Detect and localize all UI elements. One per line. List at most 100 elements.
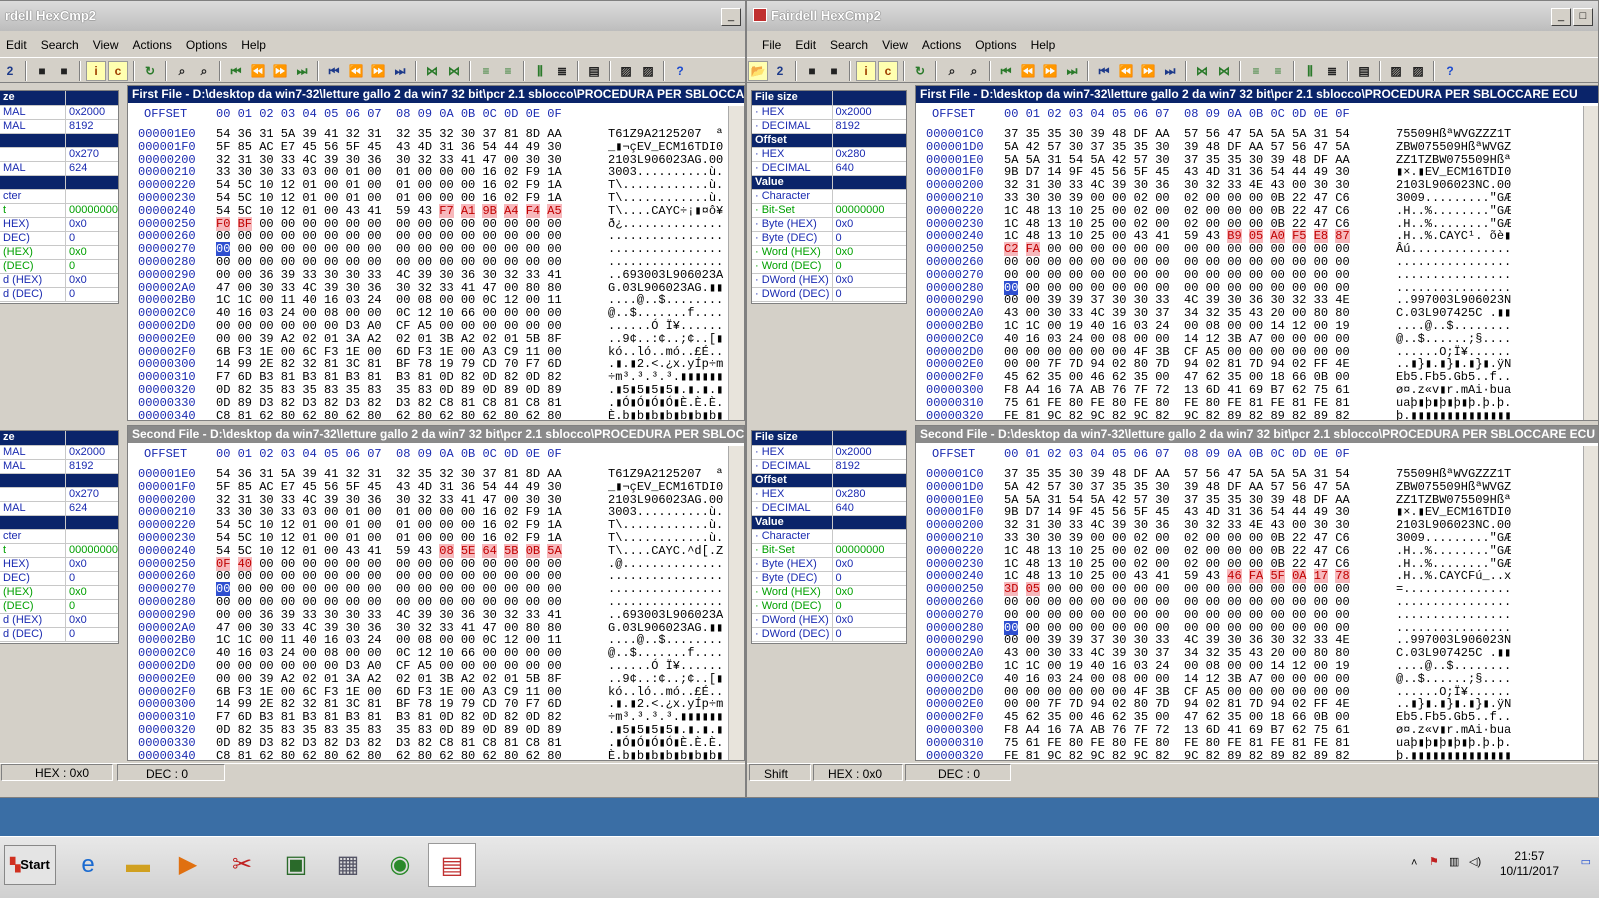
- info-row[interactable]: [0, 473, 118, 488]
- info-icon[interactable]: i: [856, 61, 876, 81]
- vertical-scrollbar[interactable]: [1583, 446, 1598, 760]
- hex-row[interactable]: 00000340 C8 81 62 80 62 80 62 80 62 80 62…: [128, 409, 744, 420]
- menu-view[interactable]: View: [875, 35, 915, 55]
- info-row[interactable]: cter: [0, 529, 118, 545]
- row-ascii[interactable]: ....@..$........: [1396, 320, 1511, 333]
- row-bytes[interactable]: 1C 48 13 10 25 00 02 00 02 00 00 00 0B 2…: [1004, 204, 1350, 218]
- info-row[interactable]: · HEX 0x280: [752, 147, 906, 162]
- sync-left-icon[interactable]: ⋈: [422, 61, 442, 81]
- row-bytes[interactable]: 54 5C 10 12 01 00 43 41 59 43 F7 A1 9B A…: [216, 203, 562, 218]
- row-ascii[interactable]: ................: [1396, 596, 1511, 609]
- hex-row[interactable]: 000002B0 1C 1C 00 19 40 16 03 24 00 08 00…: [916, 320, 1598, 333]
- row-bytes[interactable]: 54 5C 10 12 01 00 43 41 59 43 08 5E 64 5…: [216, 543, 562, 558]
- info-row[interactable]: (HEX) 0x0: [0, 245, 118, 261]
- compare-icon[interactable]: 2: [770, 61, 790, 81]
- menu-options[interactable]: Options: [179, 35, 234, 55]
- chrome-icon[interactable]: ◉: [376, 843, 424, 887]
- row-ascii[interactable]: @..$......;§....: [1396, 332, 1511, 346]
- last-diff-icon[interactable]: ⏭: [292, 61, 312, 81]
- menu-edit[interactable]: Edit: [0, 35, 34, 55]
- info-row[interactable]: · HEX 0x2000: [752, 105, 906, 120]
- hex-row[interactable]: 00000240 54 5C 10 12 01 00 43 41 59 43 08…: [128, 543, 744, 558]
- info-row[interactable]: · Word (HEX) 0x0: [752, 585, 906, 601]
- prev-diff-icon[interactable]: ⏪: [1018, 61, 1038, 81]
- row-ascii[interactable]: _▮¬çEV_ECM16TDI0: [608, 480, 723, 494]
- prev-diff-icon[interactable]: ⏪: [248, 61, 268, 81]
- first-diff-icon[interactable]: ⏮: [226, 61, 246, 81]
- menu-actions[interactable]: Actions: [126, 35, 179, 55]
- info-row[interactable]: MAL 8192: [0, 119, 118, 134]
- info-row[interactable]: File size: [752, 431, 906, 446]
- hex-row[interactable]: 00000290 00 00 36 39 33 30 30 33 4C 39 30…: [128, 268, 744, 282]
- hex-row[interactable]: 00000290 00 00 36 39 33 30 30 33 4C 39 30…: [128, 608, 744, 622]
- left-hex-bottom[interactable]: Second File - D:\desktop da win7-32\lett…: [127, 425, 745, 761]
- info-row[interactable]: · DWord (DEC) 0: [752, 627, 906, 643]
- row-bytes[interactable]: 00 00 00 00 00 00 D3 A0 CF A5 00 00 00 0…: [216, 660, 562, 673]
- row-ascii[interactable]: T\............ù.: [608, 192, 723, 205]
- row-bytes[interactable]: 75 61 FE 80 FE 80 FE 80 FE 80 FE 81 FE 8…: [1004, 396, 1350, 410]
- row-bytes[interactable]: 00 00 00 00 00 00 00 00 00 00 00 00 00 0…: [216, 256, 562, 269]
- row-bytes[interactable]: 00 00 00 00 00 00 D3 A0 CF A5 00 00 00 0…: [216, 320, 562, 333]
- list-icon[interactable]: ≣: [552, 61, 572, 81]
- find-icon[interactable]: ⌕: [172, 61, 192, 81]
- row-bytes[interactable]: 54 36 31 5A 39 41 32 31 32 35 32 30 37 8…: [216, 128, 562, 141]
- left-hex-top[interactable]: First File - D:\desktop da win7-32\lettu…: [127, 85, 745, 421]
- row-ascii[interactable]: T61Z9A2125207 ª: [608, 468, 723, 481]
- row-ascii[interactable]: T\............ù.: [608, 532, 723, 545]
- hex-row[interactable]: 000001D0 5A 42 57 30 37 35 35 30 39 48 DF…: [916, 140, 1598, 154]
- info-row[interactable]: · HEX 0x280: [752, 487, 906, 502]
- menu-actions[interactable]: Actions: [915, 35, 968, 55]
- right-hex-top[interactable]: First File - D:\desktop da win7-32\lettu…: [915, 85, 1598, 421]
- hex-row[interactable]: 000001F0 5F 85 AC E7 45 56 5F 45 43 4D 31…: [128, 140, 744, 154]
- show-hidden-icons-icon[interactable]: ˄: [1411, 857, 1417, 869]
- hex-row[interactable]: 000001F0 5F 85 AC E7 45 56 5F 45 43 4D 31…: [128, 480, 744, 494]
- show-desktop-icon[interactable]: ▭: [1581, 855, 1591, 868]
- menu-search[interactable]: Search: [34, 35, 86, 55]
- stop-icon[interactable]: ■: [802, 61, 822, 81]
- hex-row[interactable]: 00000230 54 5C 10 12 01 00 01 00 01 00 00…: [128, 532, 744, 545]
- report-icon[interactable]: ▨: [1408, 61, 1428, 81]
- hex-row[interactable]: 00000330 0D 89 D3 82 D3 82 D3 82 D3 82 C8…: [128, 396, 744, 410]
- row-ascii[interactable]: ..693003L906023A: [608, 608, 723, 622]
- menu-file[interactable]: File: [755, 35, 788, 55]
- info-row[interactable]: d (HEX) 0x0: [0, 613, 118, 629]
- find-icon[interactable]: ⌕: [942, 61, 962, 81]
- row-bytes[interactable]: 00 00 39 A2 02 01 3A A2 02 01 3B A2 02 0…: [216, 672, 562, 686]
- info-row[interactable]: · Word (DEC) 0: [752, 599, 906, 615]
- refresh-icon[interactable]: ↻: [140, 61, 160, 81]
- internet-explorer-icon[interactable]: e: [64, 843, 112, 887]
- row-ascii[interactable]: 3009........."GÆ: [1396, 532, 1511, 545]
- row-ascii[interactable]: ZBW075509HßªWVGZ: [1396, 140, 1511, 154]
- row-ascii[interactable]: ................: [1396, 268, 1511, 282]
- info-row[interactable]: HEX) 0x0: [0, 217, 118, 233]
- hex-row[interactable]: 00000340 C8 81 62 80 62 80 62 80 62 80 62…: [128, 749, 744, 760]
- last-diff-icon[interactable]: ⏭: [1062, 61, 1082, 81]
- row-bytes[interactable]: FE 81 9C 82 9C 82 9C 82 9C 82 89 82 89 8…: [1004, 749, 1350, 760]
- info-row[interactable]: · Byte (DEC) 0: [752, 231, 906, 247]
- find-next-icon[interactable]: ⌕: [194, 61, 214, 81]
- hexcmp-taskbar-icon[interactable]: ▤: [428, 843, 476, 887]
- row-ascii[interactable]: .▮5▮5▮5▮5▮.▮.▮.▮: [608, 384, 723, 397]
- row-ascii[interactable]: ZBW075509HßªWVGZ: [1396, 480, 1511, 494]
- hex-row[interactable]: 00000320 0D 82 35 83 35 83 35 83 35 83 0D…: [128, 384, 744, 397]
- row-bytes[interactable]: 54 36 31 5A 39 41 32 31 32 35 32 30 37 8…: [216, 468, 562, 481]
- row-ascii[interactable]: È.b▮b▮b▮b▮b▮b▮b▮: [608, 409, 723, 420]
- row-bytes[interactable]: 1C 48 13 10 25 00 02 00 02 00 00 00 0B 2…: [1004, 544, 1350, 558]
- hex-row[interactable]: 00000210 33 30 30 39 00 00 02 00 02 00 00…: [916, 192, 1598, 205]
- row-bytes[interactable]: 5A 42 57 30 37 35 35 30 39 48 DF AA 57 5…: [1004, 480, 1350, 494]
- row-ascii[interactable]: È.b▮b▮b▮b▮b▮b▮b▮: [608, 749, 723, 760]
- hex-row[interactable]: 00000320 FE 81 9C 82 9C 82 9C 82 9C 82 89…: [916, 409, 1598, 420]
- vertical-scrollbar[interactable]: [728, 106, 744, 420]
- info-row[interactable]: · Character: [752, 189, 906, 205]
- hex-row[interactable]: 00000210 33 30 30 39 00 00 02 00 02 00 00…: [916, 532, 1598, 545]
- row-ascii[interactable]: ..9¢..:¢..;¢..[▮: [608, 672, 723, 686]
- row-bytes[interactable]: 5F 85 AC E7 45 56 5F 45 43 4D 31 36 54 4…: [216, 480, 562, 494]
- doc-icon[interactable]: ▤: [584, 61, 604, 81]
- row-bytes[interactable]: 0D 82 35 83 35 83 35 83 35 83 0D 89 0D 8…: [216, 384, 562, 397]
- hex-row[interactable]: 00000310 75 61 FE 80 FE 80 FE 80 FE 80 FE…: [916, 736, 1598, 750]
- row-ascii[interactable]: ................: [1396, 608, 1511, 622]
- hex-row[interactable]: 00000270 00 00 00 00 00 00 00 00 00 00 00…: [916, 268, 1598, 282]
- list-icon[interactable]: ≣: [1322, 61, 1342, 81]
- info-row[interactable]: HEX) 0x0: [0, 557, 118, 573]
- sync-right-icon[interactable]: ⋈: [1214, 61, 1234, 81]
